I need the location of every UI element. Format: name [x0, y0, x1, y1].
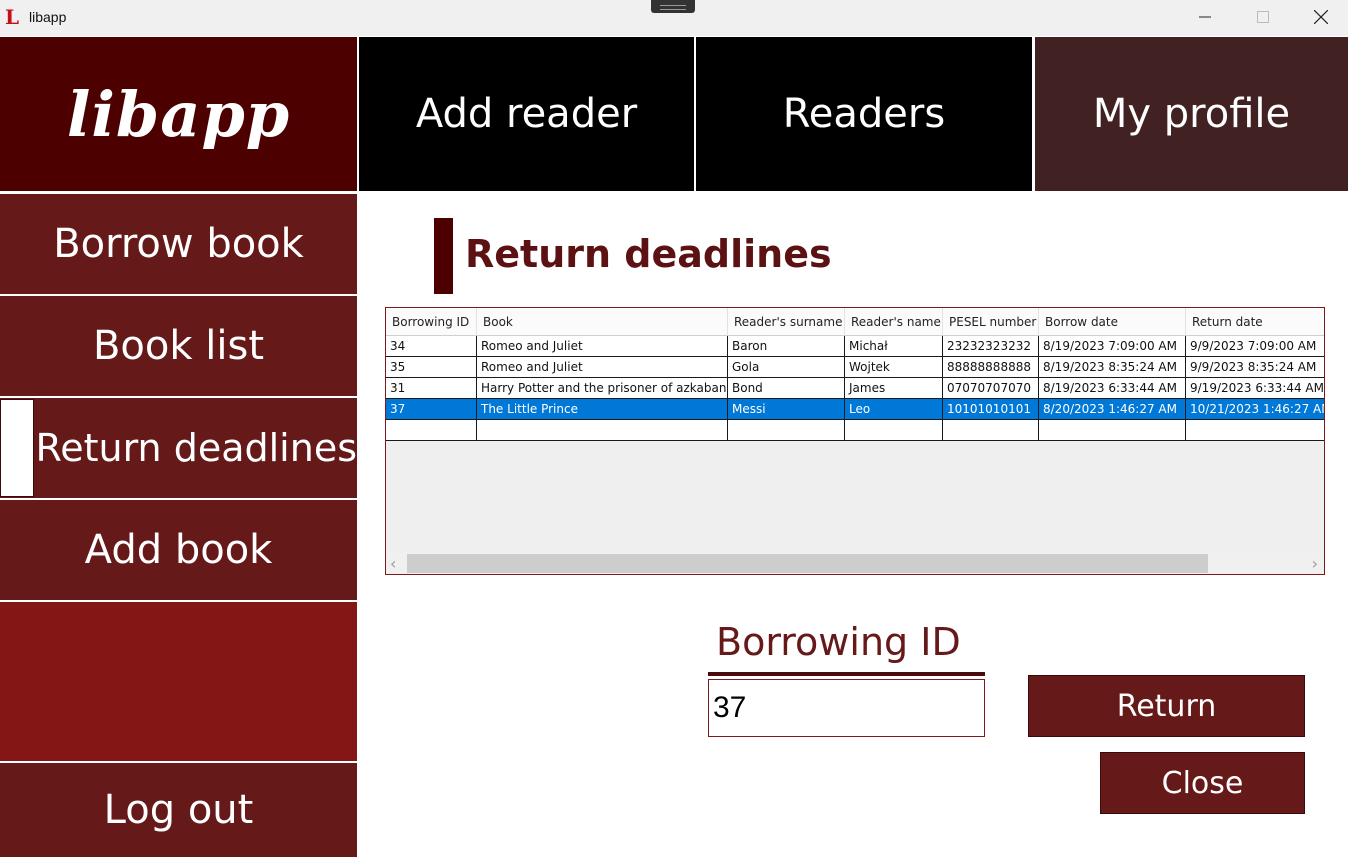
table-cell[interactable] [477, 420, 728, 441]
table-cell[interactable]: Leo [845, 399, 943, 420]
column-header[interactable]: Borrowing ID [386, 308, 477, 336]
table-cell[interactable]: Messi [728, 399, 845, 420]
active-indicator [0, 399, 34, 497]
sidebar-item-book-list[interactable]: Book list [0, 296, 357, 396]
horizontal-scrollbar[interactable]: ‹ › [386, 553, 1324, 574]
page-title: Return deadlines [465, 232, 832, 276]
sidebar-item-label: Add book [84, 527, 273, 573]
sidebar-item-log-out[interactable]: Log out [0, 763, 357, 857]
app-icon: L [5, 5, 20, 29]
snap-layout-handle[interactable] [651, 0, 695, 13]
heading-accent-bar [434, 218, 453, 294]
table-cell[interactable]: 10/21/2023 1:46:27 AM [1186, 399, 1324, 420]
return-deadlines-table[interactable]: Borrowing ID Book Reader's surname Reader's… [385, 307, 1325, 575]
column-header[interactable]: Reader's surname [728, 308, 845, 336]
table-cell[interactable]: 31 [386, 378, 477, 399]
table-header-row: Borrowing ID Book Reader's surname Reader's… [386, 308, 1324, 336]
table-cell[interactable]: Harry Potter and the prisoner of azkaban [477, 378, 728, 399]
sidebar-item-label: Book list [92, 323, 264, 369]
table-cell[interactable] [943, 420, 1039, 441]
table-cell[interactable]: 8/20/2023 1:46:27 AM [1039, 399, 1186, 420]
borrowing-id-label: Borrowing ID [716, 620, 961, 664]
app-logo: libapp [66, 77, 291, 151]
table-cell[interactable]: 07070707070 [943, 378, 1039, 399]
column-header[interactable]: PESEL number [943, 308, 1039, 336]
table-cell[interactable]: Romeo and Juliet [477, 336, 728, 357]
label-underline [708, 672, 985, 676]
table-row[interactable]: 37 The Little Prince Messi Leo 10101010101 8/… [386, 399, 1324, 420]
minimize-icon [1199, 16, 1211, 18]
table-cell[interactable]: 8/19/2023 6:33:44 AM [1039, 378, 1186, 399]
borrowing-id-input[interactable] [708, 679, 985, 737]
table-cell[interactable]: 37 [386, 399, 477, 420]
table-row[interactable]: 34 Romeo and Juliet Baron Michał 23232323232… [386, 336, 1324, 357]
table-cell[interactable]: 88888888888 [943, 357, 1039, 378]
sidebar-item-return-deadlines[interactable]: Return deadlines [0, 398, 357, 498]
maximize-icon [1257, 11, 1269, 23]
logo-panel: libapp [0, 37, 357, 191]
sidebar-item-borrow-book[interactable]: Borrow book [0, 194, 357, 294]
close-window-button[interactable] [1292, 0, 1348, 34]
column-header[interactable]: Reader's name [845, 308, 943, 336]
sidebar-item-label: Return deadlines [35, 426, 357, 470]
table-cell[interactable] [1186, 420, 1324, 441]
close-icon [1314, 10, 1328, 24]
table-cell[interactable]: 9/19/2023 6:33:44 AM [1186, 378, 1324, 399]
table-cell[interactable] [1039, 420, 1186, 441]
table-cell[interactable]: 8/19/2023 7:09:00 AM [1039, 336, 1186, 357]
table-row[interactable]: 35 Romeo and Juliet Gola Wojtek 88888888888 8… [386, 357, 1324, 378]
table-row[interactable]: 31 Harry Potter and the prisoner of azkab… [386, 378, 1324, 399]
maximize-button[interactable] [1234, 0, 1292, 34]
table-cell[interactable]: 9/9/2023 8:35:24 AM [1186, 357, 1324, 378]
table-cell[interactable]: Wojtek [845, 357, 943, 378]
sidebar-item-add-book[interactable]: Add book [0, 500, 357, 600]
table-cell[interactable]: 9/9/2023 7:09:00 AM [1186, 336, 1324, 357]
sidebar-empty-panel [0, 602, 357, 761]
table-cell[interactable] [728, 420, 845, 441]
table-cell[interactable]: 10101010101 [943, 399, 1039, 420]
table-cell[interactable]: Gola [728, 357, 845, 378]
column-header[interactable]: Borrow date [1039, 308, 1186, 336]
minimize-button[interactable] [1176, 0, 1234, 34]
scroll-left-icon[interactable]: ‹ [390, 553, 396, 574]
table-cell[interactable]: The Little Prince [477, 399, 728, 420]
sidebar-item-label: Borrow book [53, 221, 304, 267]
column-header[interactable]: Book [477, 308, 728, 336]
nav-add-reader-button[interactable]: Add reader [359, 37, 694, 191]
table-cell[interactable] [386, 420, 477, 441]
sidebar-item-label: Log out [103, 787, 254, 833]
nav-my-profile-button[interactable]: My profile [1035, 37, 1348, 191]
table-cell[interactable]: 35 [386, 357, 477, 378]
return-button[interactable]: Return [1028, 675, 1305, 737]
table-cell[interactable]: Bond [728, 378, 845, 399]
close-button[interactable]: Close [1100, 752, 1305, 814]
table-cell[interactable]: Romeo and Juliet [477, 357, 728, 378]
table-cell[interactable]: 23232323232 [943, 336, 1039, 357]
scrollbar-thumb[interactable] [407, 554, 1208, 573]
table-cell[interactable]: Baron [728, 336, 845, 357]
table-cell[interactable] [845, 420, 943, 441]
table-cell[interactable]: 34 [386, 336, 477, 357]
table-cell[interactable]: 8/19/2023 8:35:24 AM [1039, 357, 1186, 378]
nav-readers-button[interactable]: Readers [696, 37, 1032, 191]
table-cell[interactable]: James [845, 378, 943, 399]
title-bar: L libapp [0, 0, 1348, 36]
column-header[interactable]: Return date [1186, 308, 1324, 336]
window-title: libapp [29, 9, 67, 25]
table-cell[interactable]: Michał [845, 336, 943, 357]
table-new-row[interactable] [386, 420, 1324, 441]
scroll-right-icon[interactable]: › [1312, 553, 1318, 574]
